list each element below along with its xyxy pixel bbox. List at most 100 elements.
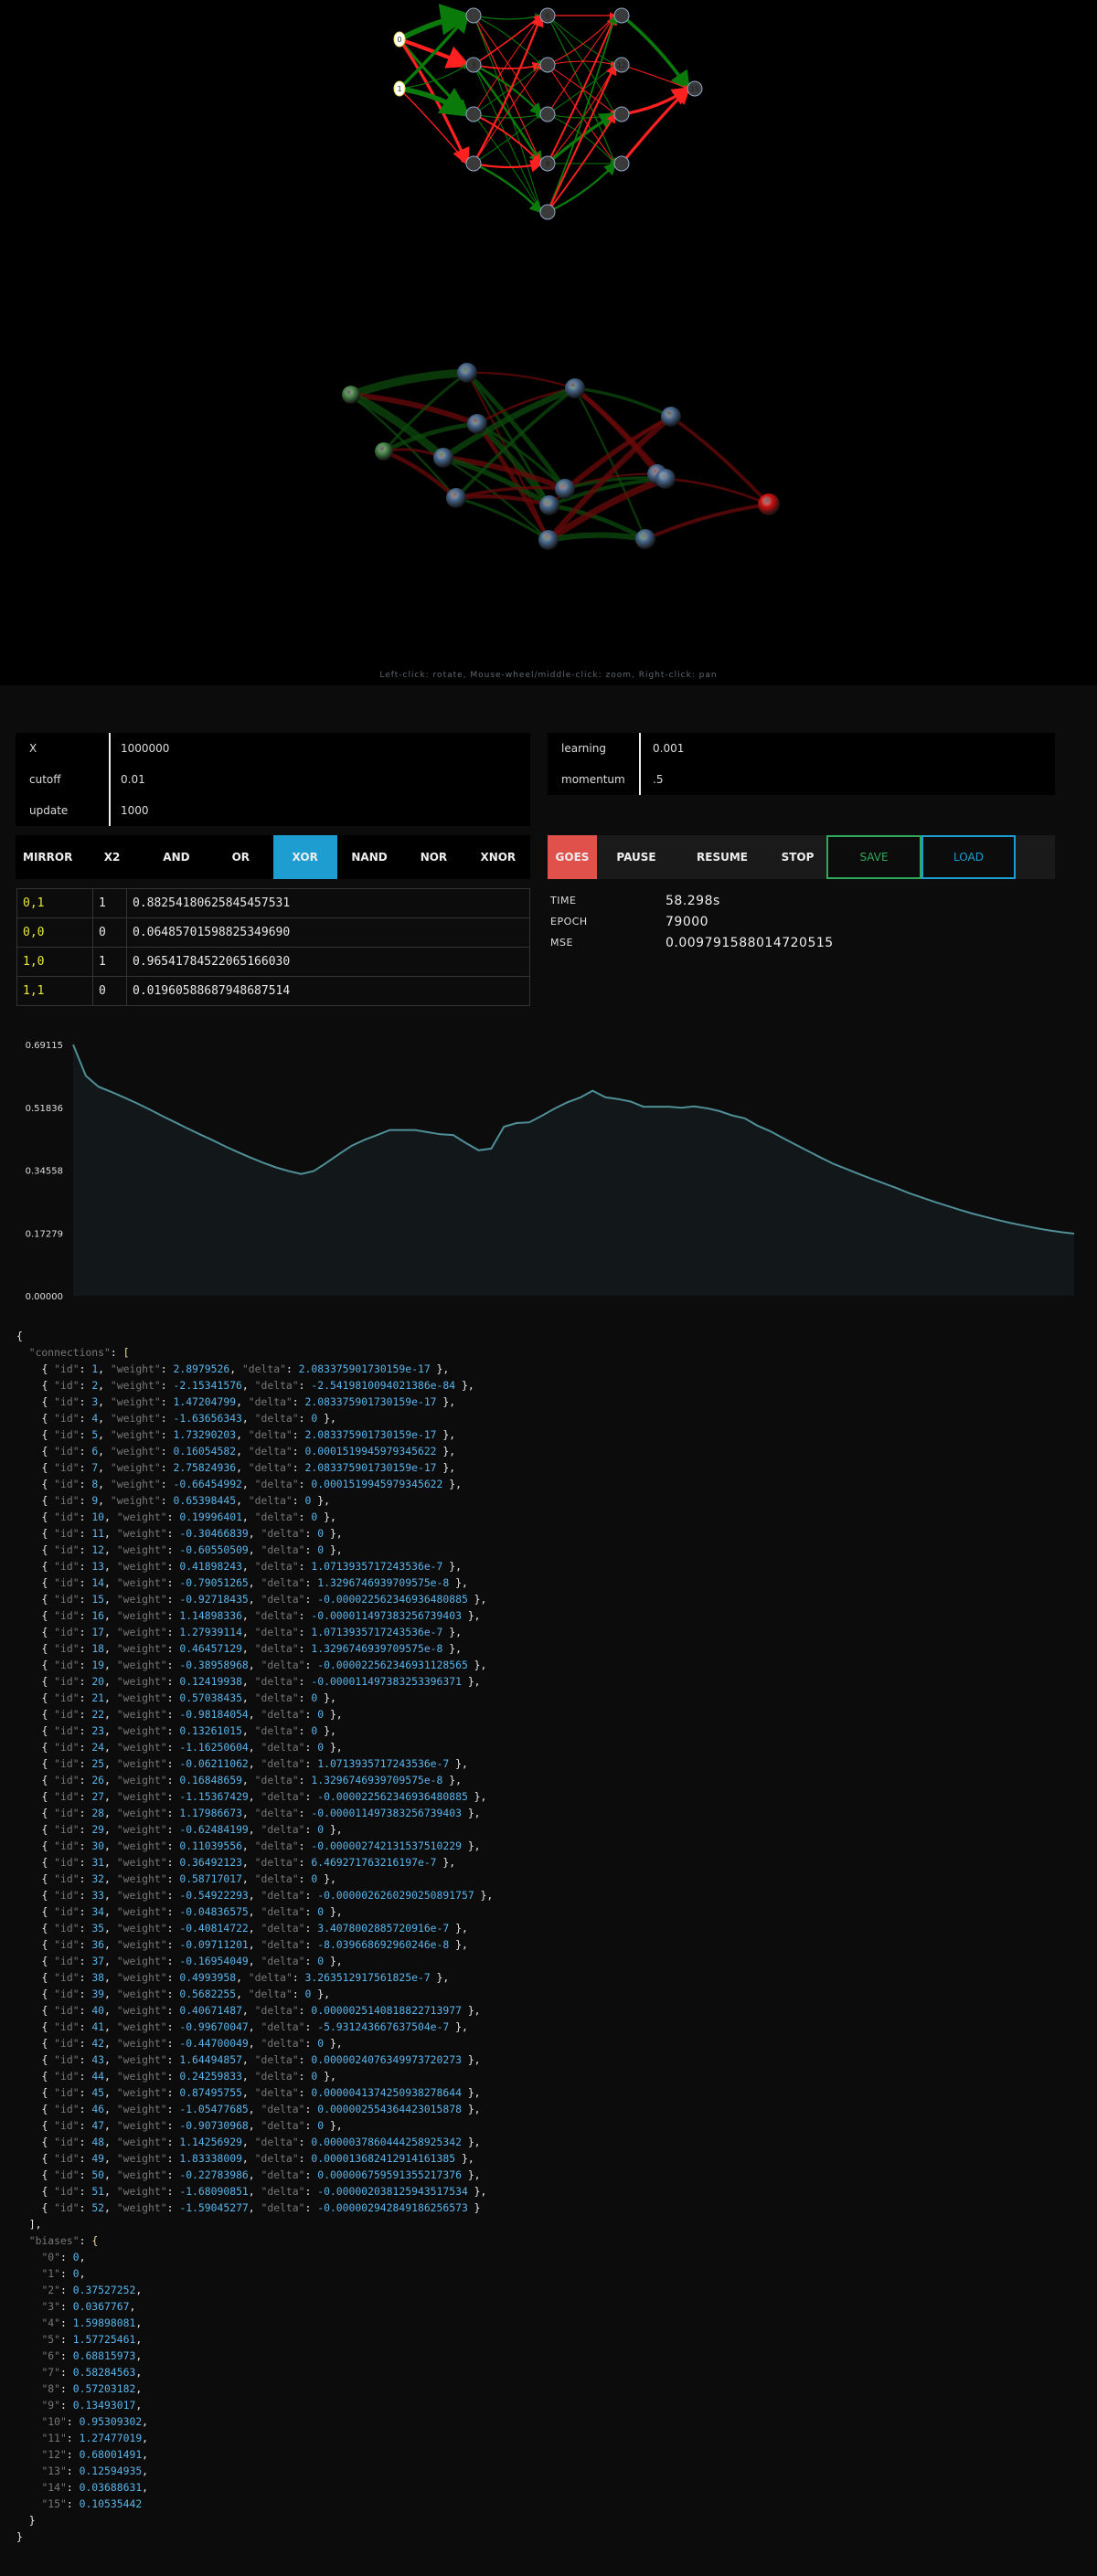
json-token: 37 [91,1955,105,1967]
op-tab-mirror[interactable]: MIRROR [16,835,80,879]
y-tick-label: 0.34558 [26,1167,63,1177]
resume-button[interactable]: RESUME [676,835,769,879]
json-token: "id" [54,1511,80,1523]
param-row-cutoff[interactable]: cutoff 0.01 [16,764,530,795]
json-token: , [241,1872,255,1885]
json-token: "delta" [248,1445,293,1458]
json-token: : [166,1527,180,1540]
json-token: "id" [54,1691,80,1704]
network-connection [547,15,616,115]
json-token: "2" [41,2284,61,2296]
json-token: 13 [91,1560,105,1573]
json-token: , [142,2432,149,2444]
goes-button[interactable]: GOES [548,835,597,879]
json-token: 35 [91,1922,105,1935]
op-tab-nor[interactable]: NOR [401,835,465,879]
json-token: -0.04836575 [179,1905,249,1918]
json-token: "id" [54,2037,80,2050]
json-token: , [248,2201,261,2214]
json-token: : [166,1889,180,1902]
network-graph-3d-viewport[interactable] [0,228,1097,685]
param-row-learning[interactable]: learning 0.001 [548,733,1055,764]
json-token: }, [324,1527,343,1540]
json-token: "id" [54,2136,80,2148]
op-tab-or[interactable]: OR [208,835,272,879]
json-token: }, [455,2152,474,2165]
json-token: -0.79051265 [179,1576,249,1589]
parameters-panel-right: learning 0.001 momentum .5 [548,733,1055,795]
json-token: { [41,1757,55,1770]
json-token: : [160,1412,174,1425]
op-tab-x2[interactable]: X2 [80,835,144,879]
truth-output: 0.88254180625845457531 [126,888,530,918]
network-node-label: 3 [471,61,475,69]
param-update-input[interactable]: 1000 [107,804,149,817]
param-momentum-input[interactable]: .5 [639,773,663,786]
json-token: 46 [91,2103,105,2115]
param-cutoff-input[interactable]: 0.01 [107,773,145,786]
json-token: : [79,1922,92,1935]
json-token: , [241,2086,255,2099]
json-token: -2.5419810094021386e-84 [311,1379,456,1392]
load-button[interactable]: LOAD [921,835,1016,879]
json-token: -0.000002038125943517534 [317,2185,468,2198]
json-token: "delta" [248,1494,293,1507]
json-token: : [292,1445,305,1458]
json-token: , [248,1757,261,1770]
param-learning-input[interactable]: 0.001 [639,742,684,755]
json-token: { [41,1445,55,1458]
json-token: { [41,2168,55,2181]
network-graph-3d-svg[interactable] [0,228,1097,685]
json-token: 10 [91,1511,105,1523]
stop-button[interactable]: STOP [769,835,826,879]
json-token: }, [461,1839,481,1852]
json-token: "5" [41,2333,61,2346]
json-token: { [41,1724,55,1737]
json-token: }, [449,1922,468,1935]
json-token: : [304,2168,318,2181]
op-tab-xnor[interactable]: XNOR [466,835,530,879]
json-token: : [298,1839,312,1852]
json-token: : [79,1543,92,1556]
hidden-neuron-sphere [446,488,466,508]
param-row-momentum[interactable]: momentum .5 [548,764,1055,795]
pause-button[interactable]: PAUSE [597,835,676,879]
truth-table: 0,1 1 0.88254180625845457531 0,0 0 0.06485701… [16,888,530,1006]
json-token: , [241,1839,255,1852]
json-token: 1.3296746939709575e-8 [311,1642,443,1655]
param-row-x[interactable]: X 1000000 [16,733,530,764]
json-token: : [160,1428,174,1441]
json-token: [ [122,1346,130,1359]
y-tick-label: 0.51836 [26,1104,63,1114]
json-token: "weight" [116,1741,167,1754]
op-tab-and[interactable]: AND [144,835,208,879]
json-token: , [241,1379,255,1392]
hidden-neuron-sphere [538,530,559,550]
json-token: "7" [41,2366,61,2379]
op-tab-nand[interactable]: NAND [337,835,401,879]
json-token: { [41,1461,55,1474]
json-token: "weight" [116,1955,167,1967]
param-row-update[interactable]: update 1000 [16,795,530,826]
json-token: : [79,1659,92,1671]
param-x-input[interactable]: 1000000 [107,742,169,755]
json-token: "weight" [116,2004,167,2017]
json-token: "id" [54,1708,80,1721]
json-token: }, [467,2185,487,2198]
json-token: "delta" [254,1872,299,1885]
op-tab-xor[interactable]: XOR [272,835,337,879]
network-node-label: 6 [545,12,549,20]
json-token: "id" [54,2004,80,2017]
json-token: -0.54922293 [179,1889,249,1902]
network-node [613,7,630,24]
json-token: 0.000006759591355217376 [317,2168,462,2181]
save-button[interactable]: SAVE [826,835,921,879]
json-token: 42 [91,2037,105,2050]
json-token: 25 [91,1757,105,1770]
json-token: , [248,2103,261,2115]
json-token: : [298,1642,312,1655]
json-token: "weight" [116,1971,167,1984]
json-token: }, [455,1379,474,1392]
json-token: : [166,1741,180,1754]
json-token: 0 [72,2267,80,2280]
